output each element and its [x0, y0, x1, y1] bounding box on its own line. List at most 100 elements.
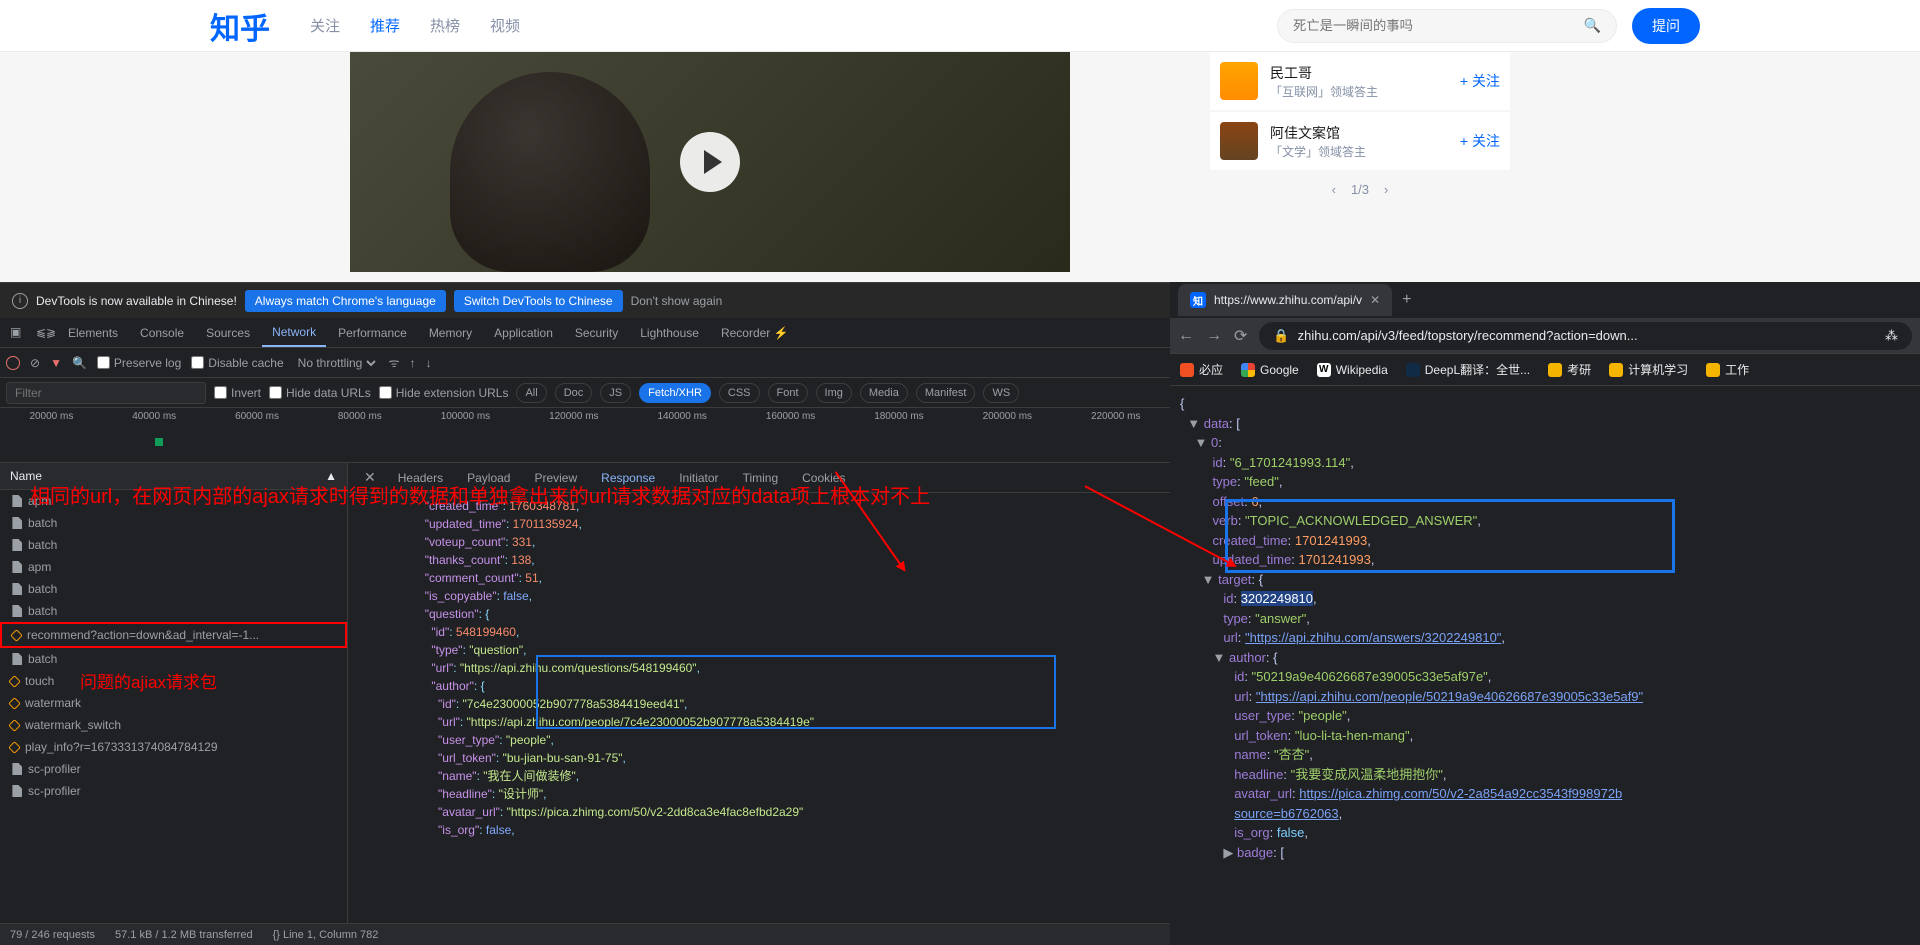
- clear-button[interactable]: ⊘: [30, 356, 40, 370]
- bookmark-item[interactable]: 计算机学习: [1609, 361, 1688, 378]
- bookmark-item[interactable]: 工作: [1706, 361, 1749, 378]
- forward-button[interactable]: →: [1206, 327, 1222, 345]
- pill-all[interactable]: All: [516, 383, 546, 403]
- tab-memory[interactable]: Memory: [419, 320, 482, 346]
- pill-media[interactable]: Media: [860, 383, 908, 403]
- tab-performance[interactable]: Performance: [328, 320, 417, 346]
- nav-recommend[interactable]: 推荐: [370, 15, 400, 36]
- tab-recorder[interactable]: Recorder ⚡: [711, 320, 799, 346]
- inspect-icon[interactable]: ▣: [10, 325, 26, 341]
- json-viewer[interactable]: { ▼ data: [ ▼ 0: id: "6_1701241993.114",…: [1170, 386, 1920, 870]
- nav-video[interactable]: 视频: [490, 15, 520, 36]
- record-button[interactable]: [6, 356, 20, 370]
- tab-sources[interactable]: Sources: [196, 320, 260, 346]
- annotation-request: 问题的ajiax请求包: [80, 668, 217, 693]
- tab-application[interactable]: Application: [484, 320, 563, 346]
- url-bar[interactable]: 🔒 zhihu.com/api/v3/feed/topstory/recomme…: [1259, 322, 1912, 350]
- tab-console[interactable]: Console: [130, 320, 194, 346]
- user-card[interactable]: 民工哥 「互联网」领域答主 + 关注: [1210, 52, 1510, 110]
- reload-button[interactable]: ⟳: [1234, 326, 1247, 346]
- tab-elements[interactable]: Elements: [58, 320, 128, 346]
- pill-manifest[interactable]: Manifest: [916, 383, 976, 403]
- pill-js[interactable]: JS: [600, 383, 631, 403]
- bookmark-item[interactable]: DeepL翻译：全世...: [1406, 361, 1530, 378]
- request-row[interactable]: batch: [0, 648, 347, 670]
- folder-icon: [1609, 363, 1623, 377]
- search-box[interactable]: 🔍: [1277, 9, 1617, 43]
- bookmark-item[interactable]: 必应: [1180, 361, 1223, 378]
- request-name: batch: [28, 582, 57, 596]
- close-tab[interactable]: ✕: [1370, 293, 1380, 307]
- chrome-tab[interactable]: 知 https://www.zhihu.com/api/v ✕: [1178, 284, 1392, 316]
- upload-icon[interactable]: ↑: [410, 356, 416, 370]
- request-name: watermark_switch: [25, 718, 121, 732]
- pill-fetch-xhr[interactable]: Fetch/XHR: [639, 383, 711, 403]
- dont-show-again[interactable]: Don't show again: [631, 294, 723, 308]
- search-icon[interactable]: 🔍: [1584, 17, 1601, 34]
- play-button[interactable]: [680, 132, 740, 192]
- bookmark-label: 计算机学习: [1628, 361, 1688, 378]
- request-row[interactable]: watermark: [0, 692, 347, 714]
- request-name: batch: [28, 516, 57, 530]
- request-row[interactable]: sc-profiler: [0, 758, 347, 780]
- device-icon[interactable]: ⫹⫺: [36, 325, 52, 341]
- user-card[interactable]: 阿佳文案馆 「文学」领域答主 + 关注: [1210, 112, 1510, 170]
- highlight-box-right: [1225, 499, 1675, 573]
- pager-next[interactable]: ›: [1384, 182, 1388, 197]
- pager-prev[interactable]: ‹: [1332, 182, 1336, 197]
- disable-cache-checkbox[interactable]: Disable cache: [191, 356, 283, 370]
- bookmark-item[interactable]: Google: [1241, 363, 1299, 377]
- request-row[interactable]: batch: [0, 512, 347, 534]
- doc-icon: [10, 583, 22, 595]
- request-row[interactable]: batch: [0, 534, 347, 556]
- request-row[interactable]: watermark_switch: [0, 714, 347, 736]
- request-row[interactable]: recommend?action=down&ad_interval=-1...: [0, 622, 347, 648]
- download-icon[interactable]: ↓: [426, 356, 432, 370]
- bookmark-label: Google: [1260, 363, 1299, 377]
- back-button[interactable]: ←: [1178, 327, 1194, 345]
- tab-network[interactable]: Network: [262, 319, 326, 347]
- nav-hot[interactable]: 热榜: [430, 15, 460, 36]
- pill-css[interactable]: CSS: [719, 383, 760, 403]
- bookmark-item[interactable]: WWikipedia: [1317, 363, 1388, 377]
- lock-icon[interactable]: 🔒: [1273, 328, 1289, 344]
- pill-ws[interactable]: WS: [983, 383, 1019, 403]
- tab-security[interactable]: Security: [565, 320, 628, 346]
- bookmark-item[interactable]: 考研: [1548, 361, 1591, 378]
- video-thumbnail[interactable]: [350, 52, 1070, 272]
- wifi-icon[interactable]: ᯤ: [389, 354, 400, 371]
- follow-button[interactable]: + 关注: [1460, 131, 1500, 151]
- invert-checkbox[interactable]: Invert: [214, 386, 261, 400]
- translate-icon[interactable]: ⁂: [1885, 328, 1898, 344]
- request-row[interactable]: batch: [0, 578, 347, 600]
- throttling-select[interactable]: No throttling: [294, 355, 379, 371]
- search-icon[interactable]: 🔍: [72, 356, 87, 370]
- tab-lighthouse[interactable]: Lighthouse: [630, 320, 709, 346]
- new-tab-button[interactable]: +: [1392, 291, 1421, 309]
- search-input[interactable]: [1293, 18, 1584, 33]
- request-row[interactable]: sc-profiler: [0, 780, 347, 802]
- network-filter-bar: Invert Hide data URLs Hide extension URL…: [0, 378, 1170, 408]
- network-timeline[interactable]: 20000 ms40000 ms60000 ms80000 ms100000 m…: [0, 408, 1170, 463]
- filter-input[interactable]: [6, 382, 206, 404]
- pill-img[interactable]: Img: [816, 383, 852, 403]
- switch-devtools-button[interactable]: Switch DevTools to Chinese: [454, 290, 623, 312]
- request-row[interactable]: play_info?r=1673331374084784129: [0, 736, 347, 758]
- request-row[interactable]: batch: [0, 600, 347, 622]
- doc-icon: [10, 653, 22, 665]
- filter-icon[interactable]: ▼: [50, 356, 62, 370]
- nav-follow[interactable]: 关注: [310, 15, 340, 36]
- hide-ext-urls-checkbox[interactable]: Hide extension URLs: [379, 386, 509, 400]
- ask-button[interactable]: 提问: [1632, 8, 1700, 44]
- follow-button[interactable]: + 关注: [1460, 71, 1500, 91]
- pill-font[interactable]: Font: [768, 383, 808, 403]
- request-row[interactable]: apm: [0, 556, 347, 578]
- preserve-log-checkbox[interactable]: Preserve log: [97, 356, 181, 370]
- timeline-marker: [155, 438, 163, 446]
- hide-data-urls-checkbox[interactable]: Hide data URLs: [269, 386, 371, 400]
- pill-doc[interactable]: Doc: [555, 383, 593, 403]
- always-match-button[interactable]: Always match Chrome's language: [245, 290, 446, 312]
- user-info: 阿佳文案馆 「文学」领域答主: [1270, 123, 1460, 160]
- doc-icon: [10, 517, 22, 529]
- zhihu-logo[interactable]: 知乎: [210, 4, 270, 48]
